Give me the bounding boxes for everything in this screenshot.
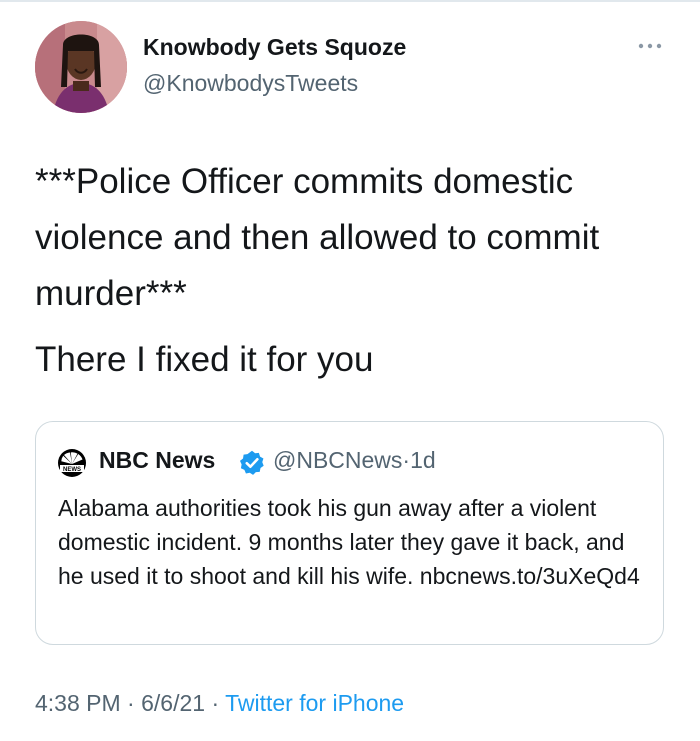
verified-badge-icon bbox=[239, 450, 264, 475]
tweet-metadata: 4:38 PM · 6/6/21 · Twitter for iPhone bbox=[35, 690, 404, 717]
nbc-logo-text: NEWS bbox=[63, 467, 81, 473]
avatar[interactable] bbox=[35, 21, 127, 113]
quoted-age: 1d bbox=[410, 447, 436, 473]
author-handle[interactable]: @KnowbodysTweets bbox=[143, 70, 358, 97]
quoted-author-name[interactable]: NBC News bbox=[99, 447, 215, 474]
more-options-button[interactable] bbox=[636, 36, 666, 56]
tweet-time[interactable]: 4:38 PM bbox=[35, 690, 121, 716]
meta-separator: · bbox=[402, 447, 411, 473]
tweet-text-paragraph: ***Police Officer commits domestic viole… bbox=[35, 162, 600, 313]
top-divider bbox=[0, 0, 700, 2]
quoted-author-handle[interactable]: @NBCNews bbox=[273, 447, 402, 473]
quoted-tweet-card[interactable]: NEWS NBC News @NBCNews·1d Alabama author… bbox=[35, 421, 664, 645]
tweet-date[interactable]: 6/6/21 bbox=[141, 690, 205, 716]
quoted-tweet-text: Alabama authorities took his gun away af… bbox=[58, 495, 640, 589]
author-name[interactable]: Knowbody Gets Squoze bbox=[143, 34, 406, 61]
tweet-text: ***Police Officer commits domestic viole… bbox=[35, 154, 665, 388]
nbc-peacock-icon: NEWS bbox=[58, 449, 86, 477]
avatar-image bbox=[35, 21, 127, 113]
meta-separator: · bbox=[127, 690, 135, 716]
meta-separator: · bbox=[211, 690, 220, 716]
tweet-source-link[interactable]: Twitter for iPhone bbox=[225, 690, 404, 716]
more-horizontal-icon bbox=[638, 43, 662, 49]
quoted-meta: @NBCNews·1d bbox=[273, 447, 436, 474]
tweet-text-paragraph: There I fixed it for you bbox=[35, 340, 374, 379]
